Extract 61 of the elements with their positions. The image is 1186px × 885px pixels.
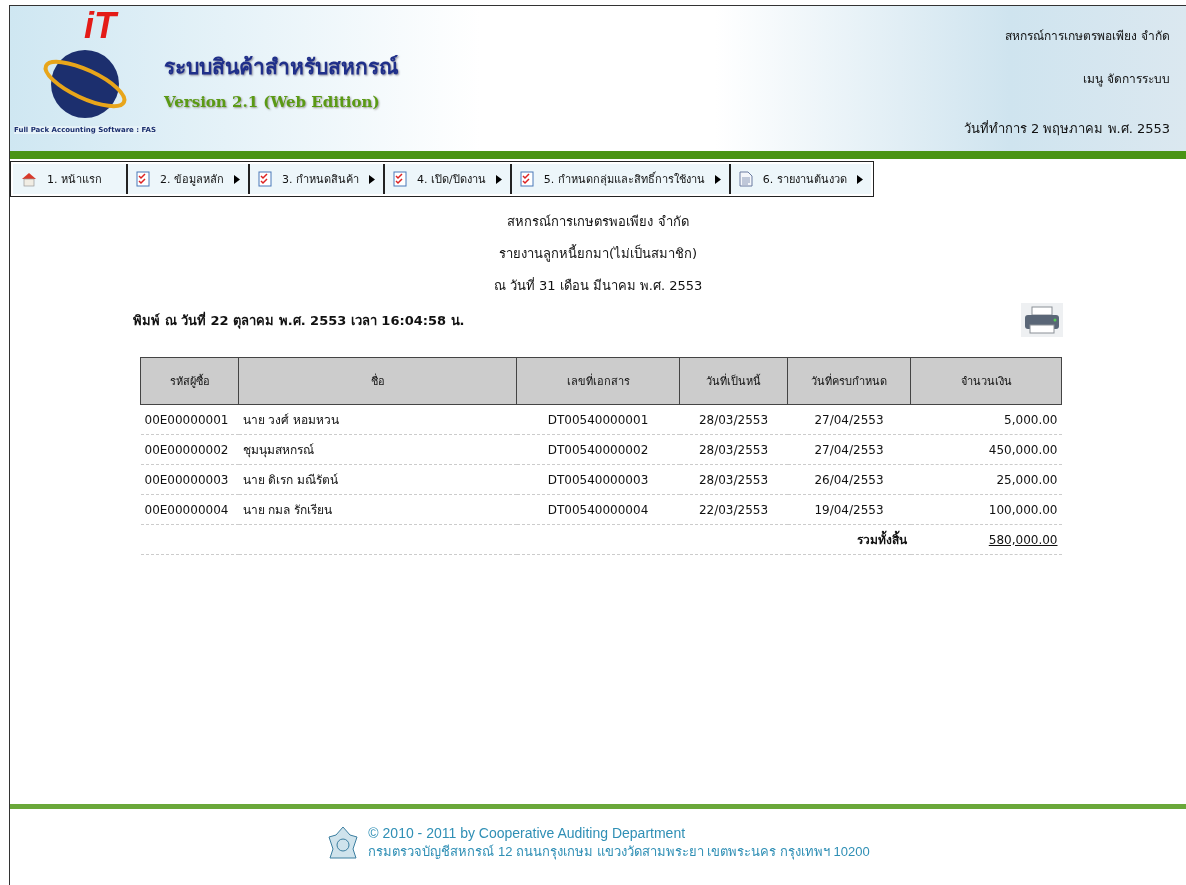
column-header: วันที่ครบกำหนด (787, 357, 911, 405)
table-cell: 00E00000001 (140, 404, 239, 435)
copyright-text: © 2010 - 2011 by Cooperative Auditing Department (368, 824, 687, 841)
table-cell: ชุมนุมสหกรณ์ (238, 434, 517, 465)
menu-item[interactable]: 2. ข้อมูลหลัก (128, 164, 250, 194)
emblem-icon (326, 825, 361, 861)
menu-item[interactable]: 5. กำหนดกลุ่มและสิทธิ์การใช้งาน (511, 164, 731, 194)
app-title: ระบบสินค้าสำหรับสหกรณ์ (164, 54, 399, 81)
table-cell: DT00540000003 (516, 464, 680, 495)
menu-name: เมนู จัดการระบบ (1083, 71, 1170, 88)
table-cell: 28/03/2553 (679, 404, 788, 435)
work-date: วันที่ทำการ 2 พฤษภาคม พ.ศ. 2553 (963, 119, 1170, 138)
house-icon (21, 171, 37, 187)
caret-icon (495, 174, 502, 184)
table-cell: 19/04/2553 (787, 494, 911, 525)
menu-item[interactable]: 4. เปิด/ปิดงาน (385, 164, 512, 194)
table-cell: 25,000.00 (910, 464, 1062, 495)
table-cell: นาย ดิเรก มณีรัตน์ (238, 464, 517, 495)
caret-icon (714, 174, 721, 184)
report-title: สหกรณ์การเกษตรพอเพียง จำกัด (507, 213, 689, 231)
table-cell: DT00540000001 (516, 404, 680, 435)
table-cell: 22/03/2553 (679, 494, 788, 525)
table-cell: นาย วงศ์ หอมหวน (238, 404, 517, 435)
report-title: รายงานลูกหนี้ยกมา(ไม่เป็นสมาชิก) (498, 243, 698, 264)
column-header: จำนวนเงิน (910, 357, 1062, 405)
caret-icon (234, 174, 240, 184)
document-icon (738, 171, 753, 187)
version-label: Version 2.1 (Web Edition) (164, 93, 381, 111)
table-cell: 28/03/2553 (679, 464, 788, 495)
table-cell: 00E00000002 (140, 434, 239, 465)
table-cell: นาย กมล รักเรียน (238, 494, 517, 525)
table-cell: 00E00000004 (140, 494, 239, 525)
column-header: รหัสผู้ซื้อ (140, 357, 239, 405)
table-cell: 27/04/2553 (787, 434, 911, 465)
table-cell: 27/04/2553 (787, 404, 911, 435)
caret-icon (369, 174, 375, 184)
checklist-icon (393, 171, 407, 187)
report-title: ณ วันที่ 31 เดือน มีนาคม พ.ศ. 2553 (493, 276, 703, 295)
checklist-icon (258, 171, 272, 187)
menu-item[interactable]: 3. กำหนดสินค้า (250, 164, 385, 194)
checklist-icon (136, 171, 150, 187)
column-header: วันที่เป็นหนี้ (679, 357, 788, 405)
menu-item[interactable]: 6. รายงานต้นงวด (730, 164, 871, 194)
table-cell: DT00540000002 (516, 434, 680, 465)
table-cell: 00E00000003 (140, 464, 239, 495)
table-cell: 26/04/2553 (787, 464, 911, 495)
address-text: กรมตรวจบัญชีสหกรณ์ 12 ถนนกรุงเกษม แขวงวัดสามพระยา เขตพระนคร กรุงเทพฯ 10200 (368, 842, 870, 862)
printer-icon[interactable] (1021, 303, 1063, 337)
column-header: เลขที่เอกสาร (516, 357, 680, 405)
column-header: ชื่อ (238, 357, 517, 405)
checklist-icon (519, 171, 534, 187)
table-cell: 5,000.00 (910, 404, 1062, 435)
total-amount: 580,000.00 (988, 532, 1058, 547)
caret-icon (856, 174, 863, 184)
table-cell: DT00540000004 (516, 494, 680, 525)
print-timestamp: พิมพ์ ณ วันที่ 22 ตุลาคม พ.ศ. 2553 เวลา 16:04:58 น. (133, 310, 465, 331)
table-cell: 100,000.00 (910, 494, 1062, 525)
menu-item[interactable]: 1. หน้าแรก (13, 164, 128, 194)
table-cell: 28/03/2553 (679, 434, 788, 465)
table-cell: 450,000.00 (910, 434, 1062, 465)
org-name: สหกรณ์การเกษตรพอเพียง จำกัด (1005, 28, 1170, 45)
